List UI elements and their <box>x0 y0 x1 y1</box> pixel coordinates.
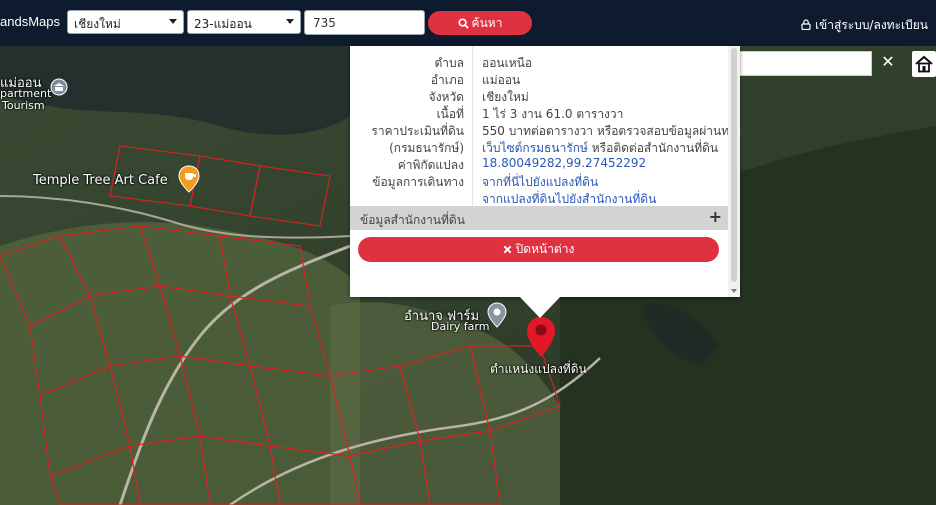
close-popup-button[interactable]: ปิดหน้าต่าง <box>358 237 719 262</box>
login-link-label: เข้าสู่ระบบ/ลงทะเบียน <box>814 18 928 32</box>
parcel-info-popup: ตำบล ออนเหนือ อำเภอ แม่ออน จังหวัด เชียง… <box>350 46 742 297</box>
info-row-area: เนื้อที่ 1 ไร่ 3 งาน 61.0 ตารางวา <box>350 103 728 121</box>
login-link[interactable]: เข้าสู่ระบบ/ลงทะเบียน <box>801 16 928 35</box>
search-button-label: ค้นหา <box>471 16 503 30</box>
info-row-appraisal: ราคาประเมินที่ดิน 550 บาทต่อตารางวา หรือ… <box>350 120 741 138</box>
lock-icon <box>801 19 811 31</box>
popup-scrollbar[interactable] <box>728 46 740 297</box>
close-icon <box>503 245 512 254</box>
chevron-down-icon <box>286 19 294 24</box>
close-icon[interactable]: ✕ <box>876 51 900 75</box>
parcel-location-marker-icon[interactable] <box>526 316 556 358</box>
info-row-travel-office: จากแปลงที่ดินไปยังสำนักงานที่ดิน <box>350 188 728 206</box>
parcel-marker-label: ตำแหน่งแปลงที่ดิน <box>490 362 587 376</box>
farm-pin-icon[interactable] <box>487 302 507 328</box>
land-office-section-toggle[interactable]: ข้อมูลสำนักงานที่ดิน + <box>350 206 728 230</box>
province-select[interactable]: เชียงใหม่ <box>67 10 184 34</box>
land-office-section-label: ข้อมูลสำนักงานที่ดิน <box>360 213 465 227</box>
info-row-travel: ข้อมูลการเดินทาง จากที่นี่ไปยังแปลงที่ดิ… <box>350 171 728 189</box>
scroll-down-arrow-icon[interactable] <box>731 289 737 293</box>
brand-logo[interactable]: andsMaps <box>0 14 60 29</box>
info-value-suffix: หรือติดต่อสำนักงานที่ดิน <box>587 141 719 155</box>
plus-icon: + <box>708 207 722 226</box>
map-label-tourism: Tourism <box>2 99 45 112</box>
district-select[interactable]: 23-แม่ออน <box>187 10 301 34</box>
province-select-value: เชียงใหม่ <box>74 17 121 31</box>
popup-pointer <box>519 296 561 318</box>
info-row-coordinates: ค่าพิกัดแปลง 18.80049282,99.27452292 <box>350 154 728 172</box>
cafe-pin-icon[interactable] <box>178 165 200 193</box>
tourism-pin-icon[interactable] <box>50 78 68 96</box>
treasury-website-link[interactable]: เว็บไซต์กรมธนารักษ์ <box>482 141 588 155</box>
chevron-down-icon <box>169 19 177 24</box>
scrollbar-thumb[interactable] <box>731 48 737 282</box>
home-icon <box>915 55 933 73</box>
top-navbar: andsMaps เชียงใหม่ 23-แม่ออน 735 ค้นหา เ… <box>0 0 936 46</box>
info-row-province: จังหวัด เชียงใหม่ <box>350 86 728 104</box>
info-row-district: อำเภอ แม่ออน <box>350 69 728 87</box>
parcel-number-input[interactable]: 735 <box>304 10 425 35</box>
map-label-cafe: Temple Tree Art Cafe <box>33 173 168 188</box>
coordinates-link[interactable]: 18.80049282,99.27452292 <box>482 156 646 170</box>
home-button[interactable] <box>912 51 936 77</box>
map-label-farm-en: Dairy farm <box>431 320 490 333</box>
info-row-subdistrict: ตำบล ออนเหนือ <box>350 52 728 70</box>
district-select-value: 23-แม่ออน <box>194 17 252 31</box>
search-icon <box>458 18 469 29</box>
parcel-info-table: ตำบล ออนเหนือ อำเภอ แม่ออน จังหวัด เชียง… <box>350 46 742 206</box>
search-button[interactable]: ค้นหา <box>428 11 532 35</box>
info-row-treasury: (กรมธนารักษ์) เว็บไซต์กรมธนารักษ์ หรือติ… <box>350 137 728 155</box>
close-popup-label: ปิดหน้าต่าง <box>515 242 575 256</box>
